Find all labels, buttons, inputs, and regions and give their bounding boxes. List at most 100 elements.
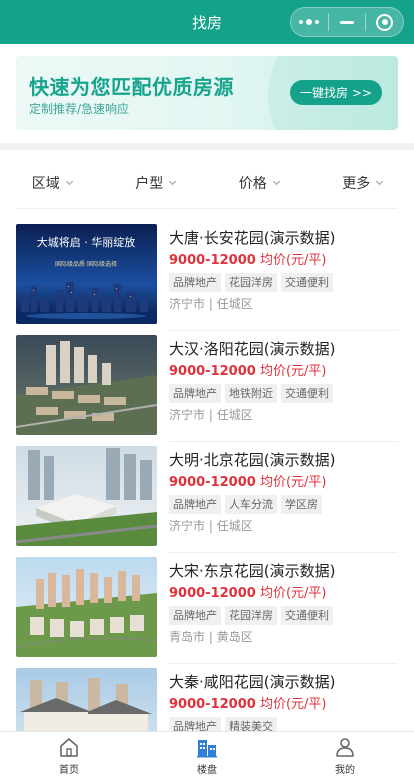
- listing-price: 9000-12000 均价(元/平): [169, 363, 399, 380]
- price-unit: 均价(元/平): [255, 253, 327, 268]
- user-icon: [336, 738, 354, 757]
- listing-name: 大汉·洛阳花园(演示数据): [169, 340, 336, 358]
- listing-tag: 交通便利: [281, 273, 333, 292]
- tab-home[interactable]: 首页: [0, 732, 138, 780]
- listing-name: 大明·北京花园(演示数据): [169, 451, 336, 469]
- listing-item[interactable]: 大城将启 · 华丽绽放 国际级品质 国际级选择 大唐·长安花园(演示数据) 90…: [0, 224, 414, 335]
- chevron-down-icon: [169, 177, 177, 186]
- price-unit: 均价(元/平): [255, 475, 327, 490]
- page-title: 找房: [191, 13, 222, 32]
- filter-divider: [16, 208, 398, 209]
- listing-tag: 地铁附近: [225, 384, 277, 403]
- chevron-down-icon: [65, 177, 73, 186]
- filter-layout[interactable]: 户型: [104, 166, 208, 200]
- price-range: 9000-12000: [169, 586, 256, 601]
- listing-tag: 交通便利: [281, 384, 333, 403]
- listing-city: 青岛市: [169, 630, 206, 644]
- listing-price: 9000-12000 均价(元/平): [169, 474, 399, 491]
- tab-label: 我的: [335, 765, 355, 776]
- listing-name: 大秦·咸阳花园(演示数据): [169, 673, 336, 691]
- price-range: 9000-12000: [169, 364, 256, 379]
- listing-info: 大秦·咸阳花园(演示数据) 9000-12000 均价(元/平) 品牌地产 精装…: [169, 672, 399, 736]
- listing-tag: 品牌地产: [169, 606, 221, 625]
- item-divider: [169, 330, 398, 331]
- tab-label: 首页: [59, 765, 79, 776]
- nav-header: 找房: [0, 0, 414, 44]
- listing-image: [16, 335, 157, 435]
- banner-title: 快速为您匹配优质房源: [29, 75, 234, 99]
- filter-more[interactable]: 更多: [311, 166, 414, 200]
- chevron-down-icon: [376, 177, 384, 186]
- listing-item[interactable]: 大宋·东京花园(演示数据) 9000-12000 均价(元/平) 品牌地产 花园…: [0, 557, 414, 668]
- listing-district: 任城区: [216, 297, 253, 311]
- promo-banner[interactable]: 快速为您匹配优质房源 定制推荐/急速响应 一键找房 >>: [16, 56, 398, 130]
- listing-tag: 花园洋房: [225, 273, 277, 292]
- price-range: 9000-12000: [169, 697, 256, 712]
- listing-info: 大明·北京花园(演示数据) 9000-12000 均价(元/平) 品牌地产 人车…: [169, 450, 399, 534]
- listing-district: 任城区: [216, 519, 253, 533]
- more-dots-icon: [299, 19, 320, 25]
- listing-image: 大城将启 · 华丽绽放 国际级品质 国际级选择: [16, 224, 157, 324]
- tab-profile[interactable]: 我的: [276, 732, 414, 780]
- quick-find-button[interactable]: 一键找房 >>: [290, 80, 382, 105]
- filter-label: 更多: [342, 176, 371, 192]
- home-icon: [60, 738, 78, 757]
- image-caption-title: 大城将启 · 华丽绽放: [37, 235, 136, 249]
- filter-label: 区域: [31, 176, 60, 192]
- listing-image: [16, 557, 157, 657]
- listing-location: 济宁市 | 任城区: [169, 519, 253, 533]
- listing-tag: 品牌地产: [169, 273, 221, 292]
- item-divider: [169, 552, 398, 553]
- listing-city: 济宁市: [169, 519, 206, 533]
- minus-icon: [340, 20, 354, 24]
- listing-tag: 品牌地产: [169, 384, 221, 403]
- listing-info: 大宋·东京花园(演示数据) 9000-12000 均价(元/平) 品牌地产 花园…: [169, 561, 399, 645]
- minimize-button[interactable]: [329, 8, 366, 36]
- listing-district: 黄岛区: [216, 630, 253, 644]
- price-unit: 均价(元/平): [255, 586, 327, 601]
- image-caption-sub: 国际级品质 国际级选择: [55, 260, 117, 268]
- filter-label: 户型: [135, 176, 164, 192]
- listing-tag: 交通便利: [281, 606, 333, 625]
- listing-item[interactable]: 大明·北京花园(演示数据) 9000-12000 均价(元/平) 品牌地产 人车…: [0, 446, 414, 557]
- price-range: 9000-12000: [169, 253, 256, 268]
- listing-list: 大城将启 · 华丽绽放 国际级品质 国际级选择 大唐·长安花园(演示数据) 90…: [0, 224, 414, 779]
- listing-tag: 人车分流: [225, 495, 277, 514]
- more-menu-button[interactable]: [291, 8, 328, 36]
- tab-label: 楼盘: [197, 765, 217, 776]
- filter-price[interactable]: 价格: [207, 166, 311, 200]
- listing-city: 济宁市: [169, 408, 206, 422]
- page: 找房 快速为您匹配优质房源 定制推荐/急速响应 一键找房 >> 区域 户型 价格…: [0, 0, 414, 780]
- listing-location: 济宁市 | 任城区: [169, 297, 253, 311]
- listing-price: 9000-12000 均价(元/平): [169, 252, 399, 269]
- section-divider: [0, 143, 414, 150]
- tab-buildings[interactable]: 楼盘: [138, 732, 276, 780]
- item-divider: [169, 441, 398, 442]
- listing-district: 任城区: [216, 408, 253, 422]
- filter-area[interactable]: 区域: [0, 166, 104, 200]
- listing-tags: 品牌地产 人车分流 学区房: [169, 495, 399, 514]
- listing-location: 济宁市 | 任城区: [169, 408, 253, 422]
- listing-tag: 花园洋房: [225, 606, 277, 625]
- listing-info: 大唐·长安花园(演示数据) 9000-12000 均价(元/平) 品牌地产 花园…: [169, 228, 399, 312]
- listing-item[interactable]: 大汉·洛阳花园(演示数据) 9000-12000 均价(元/平) 品牌地产 地铁…: [0, 335, 414, 446]
- price-unit: 均价(元/平): [255, 364, 327, 379]
- listing-location: 青岛市 | 黄岛区: [169, 630, 253, 644]
- banner-subtitle: 定制推荐/急速响应: [29, 102, 130, 116]
- chevron-down-icon: [272, 177, 280, 186]
- tab-bar: 首页 楼盘 我的: [0, 731, 414, 780]
- price-range: 9000-12000: [169, 475, 256, 490]
- listing-tags: 品牌地产 花园洋房 交通便利: [169, 273, 399, 292]
- listing-name: 大唐·长安花园(演示数据): [169, 229, 336, 247]
- filter-label: 价格: [238, 176, 267, 192]
- listing-tag: 品牌地产: [169, 495, 221, 514]
- close-button[interactable]: [366, 8, 403, 36]
- listing-info: 大汉·洛阳花园(演示数据) 9000-12000 均价(元/平) 品牌地产 地铁…: [169, 339, 399, 423]
- listing-city: 济宁市: [169, 297, 206, 311]
- target-close-icon: [376, 13, 394, 31]
- listing-price: 9000-12000 均价(元/平): [169, 696, 399, 713]
- listing-price: 9000-12000 均价(元/平): [169, 585, 399, 602]
- listing-tags: 品牌地产 地铁附近 交通便利: [169, 384, 399, 403]
- mini-program-capsule: [290, 7, 404, 37]
- listing-tag: 学区房: [281, 495, 322, 514]
